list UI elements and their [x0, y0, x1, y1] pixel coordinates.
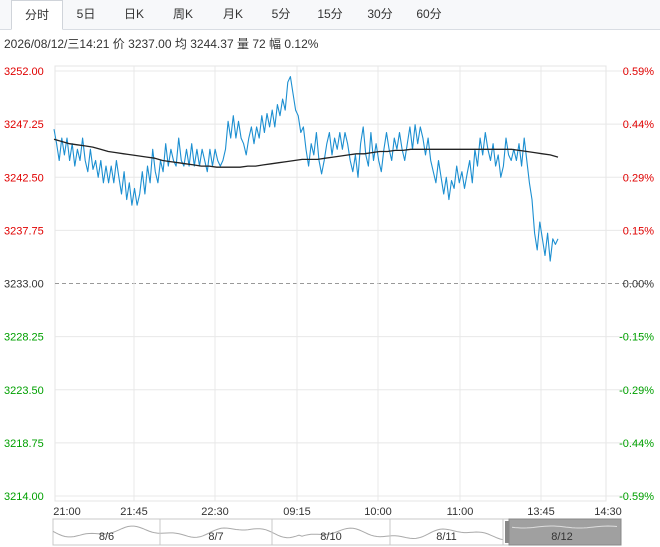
navigator-date-label: 8/6 — [99, 531, 114, 543]
navigator-date-label: 8/11 — [436, 531, 457, 543]
y-tick-label-right: -0.59% — [619, 491, 654, 503]
y-tick-label-right: 0.15% — [623, 225, 654, 237]
y-tick-label-right: 0.44% — [623, 119, 654, 131]
navigator-date-label: 8/12 — [551, 531, 572, 543]
x-tick-label: 11:00 — [447, 506, 474, 518]
x-tick-label: 09:15 — [283, 506, 311, 518]
y-tick-label-left: 3228.25 — [4, 332, 44, 344]
y-tick-label-left: 3237.75 — [4, 225, 44, 237]
y-tick-label-left: 3233.00 — [4, 279, 44, 291]
y-tick-label-left: 3214.00 — [4, 491, 44, 503]
y-tick-label-right: 0.59% — [623, 66, 654, 78]
y-tick-label-right: -0.29% — [619, 385, 654, 397]
navigator-handle-left[interactable] — [505, 521, 509, 543]
y-tick-label-right: 0.29% — [623, 172, 654, 184]
y-tick-label-left: 3223.50 — [4, 385, 44, 397]
intraday-chart[interactable]: 3252.00 0.59% 3247.25 0.44% 3242.50 0.29% 3237… — [0, 0, 660, 547]
y-tick-label-left: 3218.75 — [4, 438, 44, 450]
y-tick-label-left: 3247.25 — [4, 119, 44, 131]
price-line — [53, 76, 559, 262]
x-tick-label: 21:00 — [53, 506, 81, 518]
navigator-date-label: 8/7 — [208, 531, 223, 543]
y-tick-label-left: 3242.50 — [4, 172, 44, 184]
y-tick-label-right: -0.15% — [619, 332, 654, 344]
x-tick-label: 14:30 — [594, 506, 622, 518]
navigator-date-label: 8/10 — [320, 531, 341, 543]
x-tick-label: 13:45 — [527, 506, 555, 518]
x-tick-label: 21:45 — [120, 506, 148, 518]
x-tick-label: 10:00 — [364, 506, 392, 518]
y-tick-label-right: -0.44% — [619, 438, 654, 450]
y-tick-label-right: 0.00% — [623, 279, 654, 291]
y-tick-label-left: 3252.00 — [4, 66, 44, 78]
x-tick-label: 22:30 — [201, 506, 229, 518]
